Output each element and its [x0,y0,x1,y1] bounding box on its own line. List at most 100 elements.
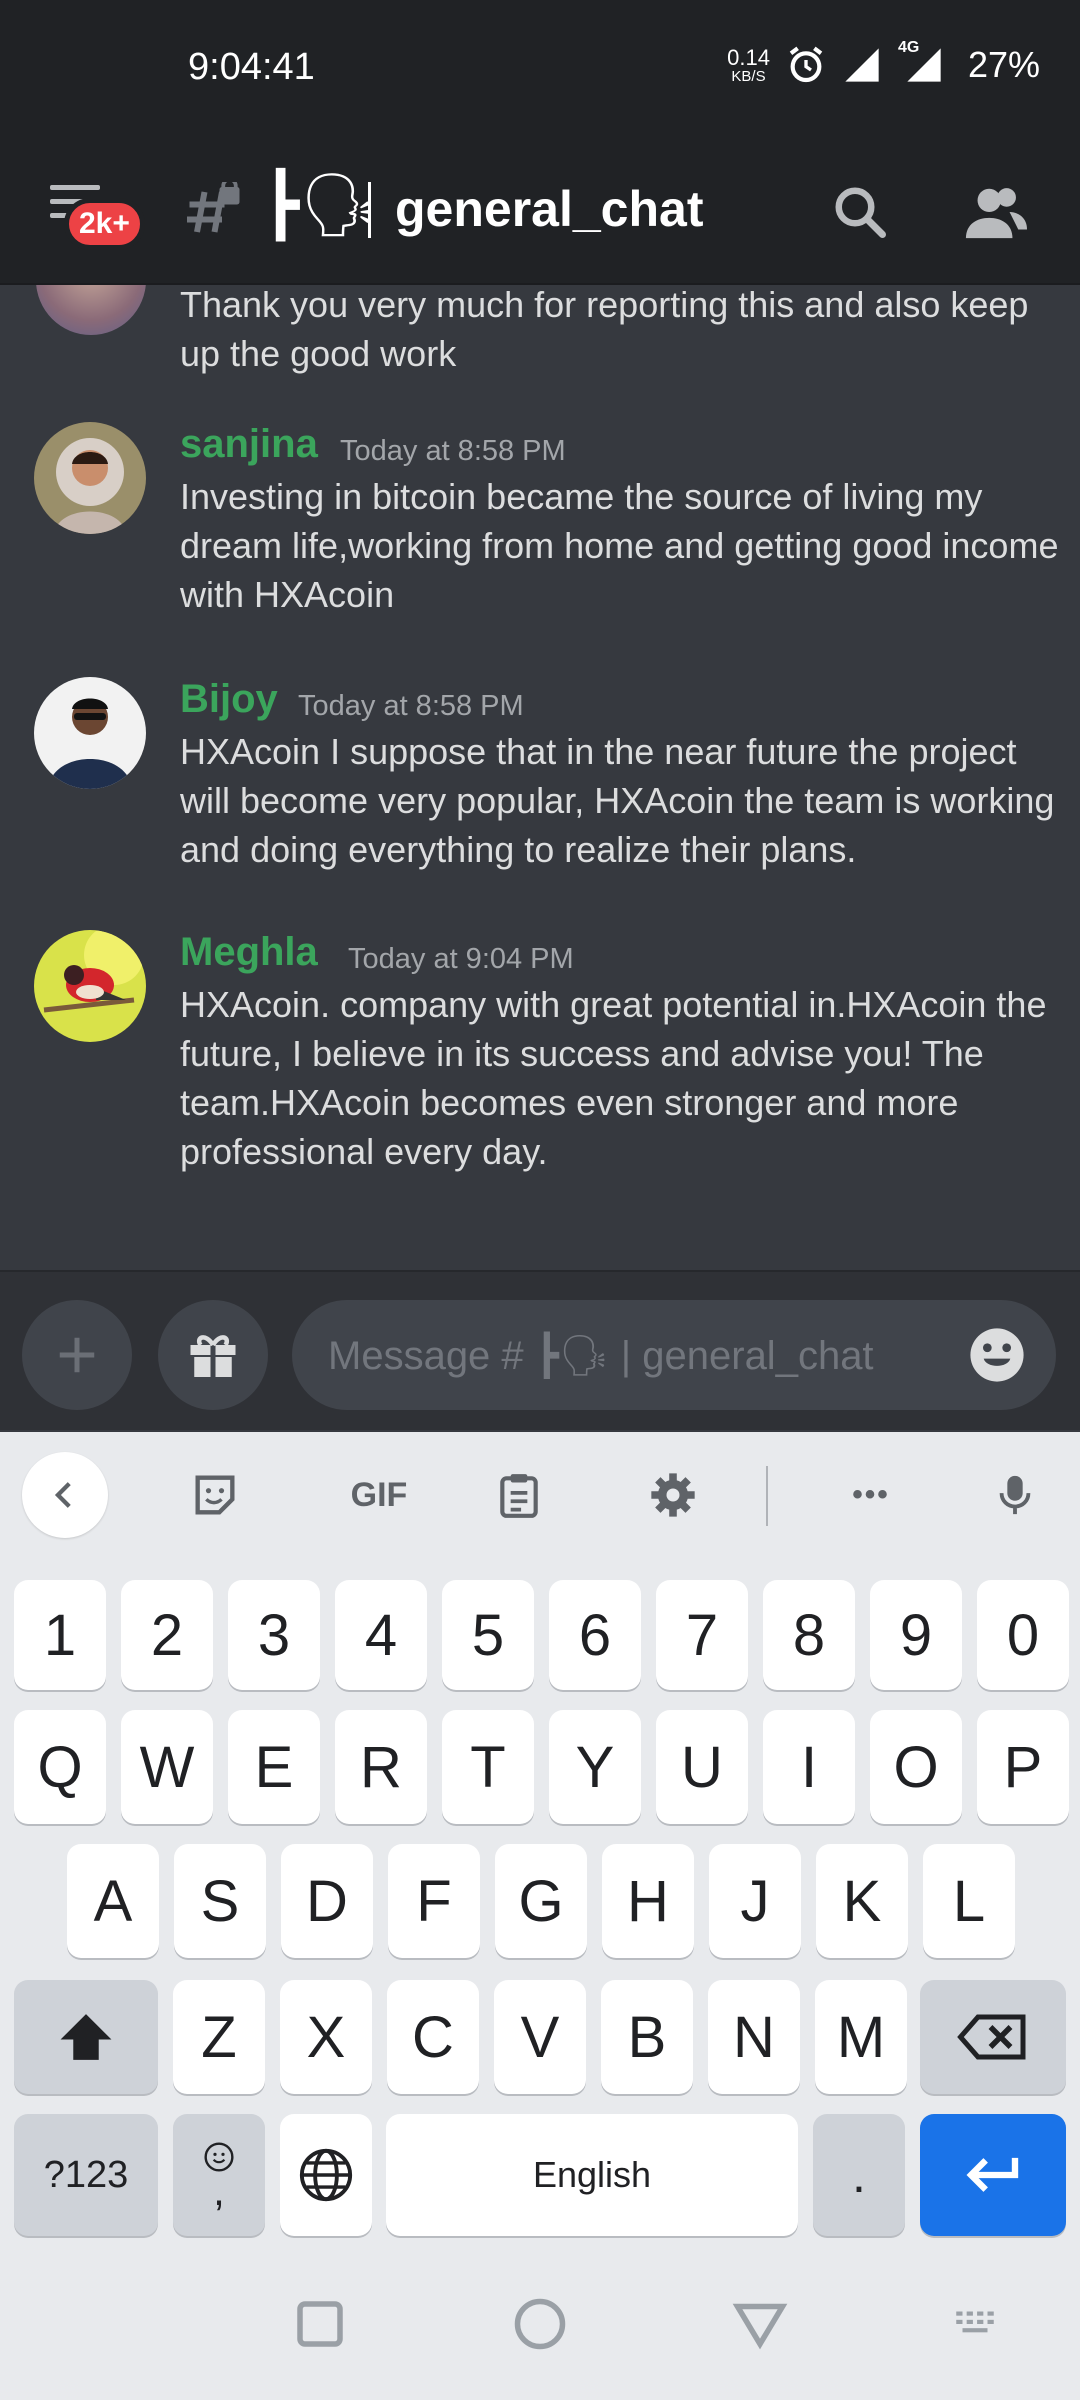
voice-input-button[interactable] [980,1460,1050,1530]
letter-key-e[interactable]: E [228,1710,320,1824]
search-icon[interactable] [830,182,890,242]
gift-button[interactable] [158,1300,268,1410]
enter-icon [966,2157,1019,2192]
status-bar: 9:04:41 0.14 KB/S 4G 27% [0,0,1080,140]
letter-key-o[interactable]: O [870,1710,962,1824]
system-navigation-bar [0,2250,1080,2400]
number-key-4[interactable]: 4 [335,1580,427,1690]
letter-key-m[interactable]: M [815,1980,907,2094]
letter-key-g[interactable]: G [495,1844,587,1958]
channel-emoji: ┣🗣 [262,171,379,240]
back-icon[interactable] [730,2294,790,2354]
number-key-2[interactable]: 2 [121,1580,213,1690]
space-key[interactable]: English [386,2114,798,2236]
battery-level: 27% [967,44,1040,85]
keyboard-back-button[interactable] [22,1452,108,1538]
period-key[interactable]: . [813,2114,905,2236]
letter-key-i[interactable]: I [763,1710,855,1824]
on-screen-keyboard: GIF ••• 1234567890 QWERTYUIOP ASDFGHJKL ZXC… [0,1432,1080,2250]
shift-key[interactable] [14,1980,158,2094]
recent-apps-icon[interactable] [290,2294,350,2354]
number-key-9[interactable]: 9 [870,1580,962,1690]
chevron-left-icon [54,1482,71,1508]
number-key-5[interactable]: 5 [442,1580,534,1690]
letter-key-b[interactable]: B [601,1980,693,2094]
number-key-8[interactable]: 8 [763,1580,855,1690]
alarm-icon [789,46,823,83]
letter-key-n[interactable]: N [708,1980,800,2094]
emoji-icon[interactable] [968,1326,1026,1384]
message-text: HXAcoin I suppose that in the near futur… [180,731,1055,870]
channel-header: 2k+ ┣🗣 general_chat [0,140,1080,285]
keyboard-toolbar: GIF ••• [0,1432,1080,1562]
gif-button[interactable]: GIF [334,1460,424,1530]
gear-icon [651,1473,695,1517]
letter-key-l[interactable]: L [923,1844,1015,1958]
backspace-key[interactable] [920,1980,1066,2094]
letter-key-x[interactable]: X [280,1980,372,2094]
message-text: HXAcoin. company with great potential in… [180,984,1047,1172]
shift-icon [60,2014,112,2060]
toolbar-divider [766,1466,768,1526]
avatar[interactable] [34,422,146,534]
settings-button[interactable] [638,1460,708,1530]
letter-key-w[interactable]: W [121,1710,213,1824]
channel-name[interactable]: general_chat [395,180,703,238]
members-icon[interactable] [960,180,1030,244]
letter-key-d[interactable]: D [281,1844,373,1958]
message-author[interactable]: sanjina [180,422,318,467]
letter-key-u[interactable]: U [656,1710,748,1824]
signal-icon [845,48,879,82]
letter-key-k[interactable]: K [816,1844,908,1958]
number-key-7[interactable]: 7 [656,1580,748,1690]
more-options-button[interactable]: ••• [826,1460,916,1530]
avatar[interactable] [34,930,146,1042]
symbols-key[interactable]: ?123 [14,2114,158,2236]
home-icon[interactable] [510,2294,570,2354]
letter-key-v[interactable]: V [494,1980,586,2094]
sticker-button[interactable] [180,1460,250,1530]
message-input[interactable]: Message # ┣🗣 | general_chat [292,1300,1056,1410]
clipboard-button[interactable] [484,1460,554,1530]
sticker-icon [195,1475,235,1515]
letter-key-q[interactable]: Q [14,1710,106,1824]
enter-key[interactable] [920,2114,1066,2236]
net-speed-unit: KB/S [731,67,766,85]
number-key-1[interactable]: 1 [14,1580,106,1690]
letter-key-h[interactable]: H [602,1844,694,1958]
message-text: Thank you very much for reporting this a… [180,285,1029,374]
message-timestamp: Today at 8:58 PM [298,690,524,722]
letter-key-c[interactable]: C [387,1980,479,2094]
plus-icon [59,1337,95,1373]
comma-label: , [213,2167,225,2214]
number-key-0[interactable]: 0 [977,1580,1069,1690]
avatar[interactable] [36,285,146,335]
message-text: Investing in bitcoin became the source o… [180,476,1059,615]
status-time: 9:04:41 [188,46,315,88]
avatar[interactable] [34,677,146,789]
gift-icon [190,1335,236,1378]
add-attachment-button[interactable] [22,1300,132,1410]
letter-key-z[interactable]: Z [173,1980,265,2094]
number-key-6[interactable]: 6 [549,1580,641,1690]
letter-key-r[interactable]: R [335,1710,427,1824]
keyboard-hide-icon[interactable] [950,2294,1000,2354]
message-list[interactable]: Thank you very much for reporting this a… [0,285,1080,1270]
letter-key-t[interactable]: T [442,1710,534,1824]
message-composer: Message # ┣🗣 | general_chat [0,1270,1080,1430]
letter-key-p[interactable]: P [977,1710,1069,1824]
message-author[interactable]: Bijoy [180,677,278,722]
backspace-icon [957,2014,1026,2060]
emoji-comma-key[interactable]: , [173,2114,265,2236]
letter-key-j[interactable]: J [709,1844,801,1958]
message-author[interactable]: Meghla [180,930,318,975]
letter-key-a[interactable]: A [67,1844,159,1958]
language-key[interactable] [280,2114,372,2236]
network-4g-icon: 4G [898,39,946,85]
unread-badge: 2k+ [64,198,145,250]
letter-key-f[interactable]: F [388,1844,480,1958]
letter-key-s[interactable]: S [174,1844,266,1958]
number-key-3[interactable]: 3 [228,1580,320,1690]
letter-key-y[interactable]: Y [549,1710,641,1824]
globe-icon [299,2148,353,2202]
